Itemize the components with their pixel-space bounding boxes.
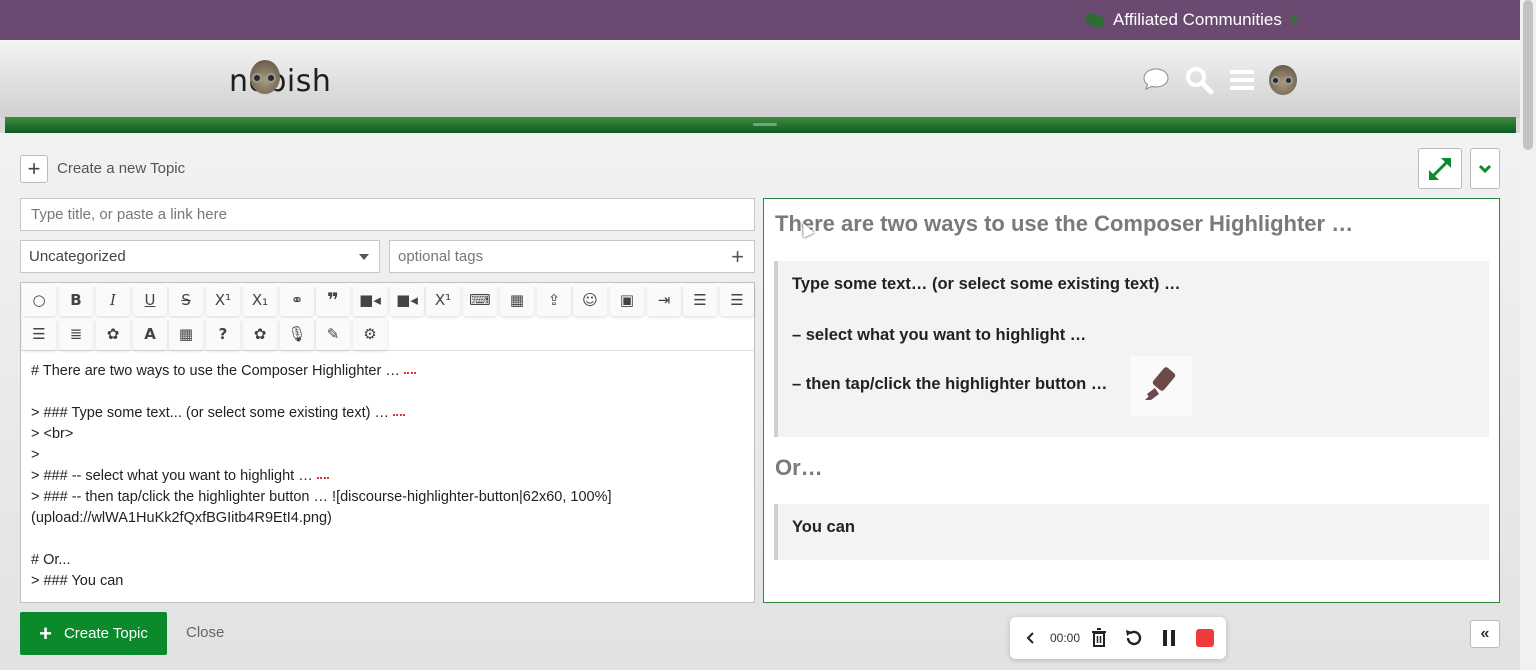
leaf-icon xyxy=(1086,13,1104,27)
superscript-icon[interactable]: X¹ xyxy=(206,284,240,316)
editor-line: # There are two ways to use the Composer… xyxy=(31,361,751,382)
preview-heading: There are two ways to use the Composer H… xyxy=(775,211,1354,236)
add-tag-icon[interactable]: + xyxy=(731,244,744,270)
title-placeholder: Type title, or paste a link here xyxy=(31,206,227,223)
palette-icon[interactable]: ✿ xyxy=(96,318,130,350)
stop-recording-button[interactable] xyxy=(1194,617,1216,659)
subscript-icon[interactable]: X₁ xyxy=(243,284,277,316)
resize-grip[interactable] xyxy=(753,123,777,126)
create-topic-label: Create Topic xyxy=(63,625,148,642)
bold-icon[interactable]: B xyxy=(59,284,93,316)
site-logo[interactable]: nobish xyxy=(229,64,331,99)
menu-icon[interactable] xyxy=(1227,65,1257,95)
highlighter-button-image xyxy=(1130,356,1192,416)
editor-line: (upload://wlWA1HuKk2fQxfBGIitb4R9EtI4.pn… xyxy=(31,510,332,526)
plus-icon: + xyxy=(39,620,52,646)
category-select[interactable]: Uncategorized xyxy=(20,240,380,273)
minimize-composer-button[interactable] xyxy=(1470,148,1500,189)
composer-action-title: Create a new Topic xyxy=(57,160,186,177)
affiliated-communities-label: Affiliated Communities xyxy=(1113,10,1282,29)
recording-time: 00:00 xyxy=(1049,631,1081,645)
top-bar: Affiliated Communities xyxy=(0,0,1520,40)
video-icon[interactable]: ■◂ xyxy=(353,284,387,316)
highlighter-icon[interactable]: ✎ xyxy=(316,318,350,350)
align-left-icon[interactable]: ☰ xyxy=(683,284,717,316)
editor-line: > ### -- select what you want to highlig… xyxy=(31,466,751,487)
affiliated-communities-link[interactable]: Affiliated Communities xyxy=(1086,10,1299,30)
arrow-right-icon xyxy=(1291,14,1299,26)
chat-icon[interactable] xyxy=(1141,65,1171,95)
speech-bubble-icon[interactable]: ○ xyxy=(22,284,56,316)
editor-line: > xyxy=(31,447,40,463)
expand-icon xyxy=(1429,157,1451,180)
caret-down-icon xyxy=(359,253,369,260)
font-color-icon[interactable]: A xyxy=(133,318,167,350)
restart-icon[interactable] xyxy=(1122,617,1146,659)
indent-icon[interactable]: ⇥ xyxy=(647,284,681,316)
microphone-icon[interactable]: 🎙 xyxy=(280,318,314,350)
editor-line: > ### -- then tap/click the highlighter … xyxy=(31,489,612,505)
table-icon[interactable]: ▦ xyxy=(500,284,534,316)
editor-line: > ### You can xyxy=(31,573,124,589)
scrollbar-thumb[interactable] xyxy=(1523,0,1533,150)
chevron-down-icon xyxy=(1478,164,1492,173)
align-right-icon[interactable]: ☰ xyxy=(22,318,56,350)
markdown-editor[interactable]: ○ B I U S X¹ X₁ ⚭ ❞ ■◂ ■◂ X¹ ⌨ ▦ ⇪ ☺ ▣ ⇥… xyxy=(20,282,755,603)
topic-title-input[interactable]: Type title, or paste a link here xyxy=(20,198,755,231)
pause-icon[interactable] xyxy=(1158,617,1180,659)
tags-input[interactable]: optional tags + xyxy=(389,240,755,273)
tags-placeholder: optional tags xyxy=(398,248,484,265)
close-button[interactable]: Close xyxy=(186,624,224,641)
editor-line: ​ xyxy=(31,529,751,550)
preview-blockquote: Type some text… (or select some existing… xyxy=(774,261,1489,437)
editor-textarea[interactable]: # There are two ways to use the Composer… xyxy=(31,361,751,592)
preview-pane: There are two ways to use the Composer H… xyxy=(763,198,1500,603)
preview-blockquote: You can xyxy=(774,504,1489,560)
editor-toolbar: ○ B I U S X¹ X₁ ⚭ ❞ ■◂ ■◂ X¹ ⌨ ▦ ⇪ ☺ ▣ ⇥… xyxy=(21,283,754,351)
preview-quote-line: You can xyxy=(792,518,855,536)
search-icon[interactable] xyxy=(1184,65,1214,95)
preview-or-heading: Or… xyxy=(775,455,823,480)
editor-line: ​ xyxy=(31,382,751,403)
align-center-icon[interactable]: ☰ xyxy=(720,284,754,316)
calendar-icon[interactable]: ▦ xyxy=(169,318,203,350)
help-icon[interactable]: ? xyxy=(206,318,240,350)
blockquote-icon[interactable]: ❞ xyxy=(316,284,350,316)
toggle-fullscreen-button[interactable] xyxy=(1418,148,1462,189)
italic-icon[interactable]: I xyxy=(96,284,130,316)
screen-recorder-bar: 00:00 xyxy=(1010,617,1226,659)
trash-icon[interactable] xyxy=(1088,617,1110,659)
emoji-icon[interactable]: ☺ xyxy=(573,284,607,316)
new-topic-plus-icon[interactable]: + xyxy=(20,155,48,183)
stop-icon xyxy=(1196,629,1214,647)
preview-quote-line: Type some text… (or select some existing… xyxy=(792,275,1181,293)
category-value: Uncategorized xyxy=(29,248,126,265)
site-header: nobish xyxy=(0,40,1520,118)
composer-resize-bar[interactable] xyxy=(5,117,1516,133)
editor-line: > <br> xyxy=(31,426,74,442)
double-chevron-left-icon: « xyxy=(1480,625,1490,642)
page-scrollbar[interactable] xyxy=(1520,0,1536,670)
upload-icon[interactable]: ⇪ xyxy=(537,284,571,316)
avatar-icon[interactable] xyxy=(1269,65,1297,95)
gear-icon[interactable]: ⚙ xyxy=(353,318,387,350)
image-icon[interactable]: ▣ xyxy=(610,284,644,316)
preview-quote-line: – then tap/click the highlighter button … xyxy=(792,375,1108,393)
palette-2-icon[interactable]: ✿ xyxy=(243,318,277,350)
underline-icon[interactable]: U xyxy=(133,284,167,316)
collapse-preview-button[interactable]: « xyxy=(1470,620,1500,648)
editor-line: # Or... xyxy=(31,552,71,568)
create-topic-button[interactable]: + Create Topic xyxy=(20,612,167,655)
justify-icon[interactable]: ≣ xyxy=(59,318,93,350)
editor-line: > ### Type some text... (or select some … xyxy=(31,403,751,424)
video-camera-icon[interactable]: ■◂ xyxy=(390,284,424,316)
link-icon[interactable]: ⚭ xyxy=(280,284,314,316)
logo-mascot-icon xyxy=(250,60,280,94)
strikethrough-icon[interactable]: S xyxy=(169,284,203,316)
keyboard-icon[interactable]: ⌨ xyxy=(463,284,497,316)
superscript-2-icon[interactable]: X¹ xyxy=(426,284,460,316)
highlighter-icon xyxy=(1145,367,1176,400)
chevron-left-icon[interactable] xyxy=(1022,617,1038,659)
preview-quote-line: – select what you want to highlight … xyxy=(792,326,1087,344)
